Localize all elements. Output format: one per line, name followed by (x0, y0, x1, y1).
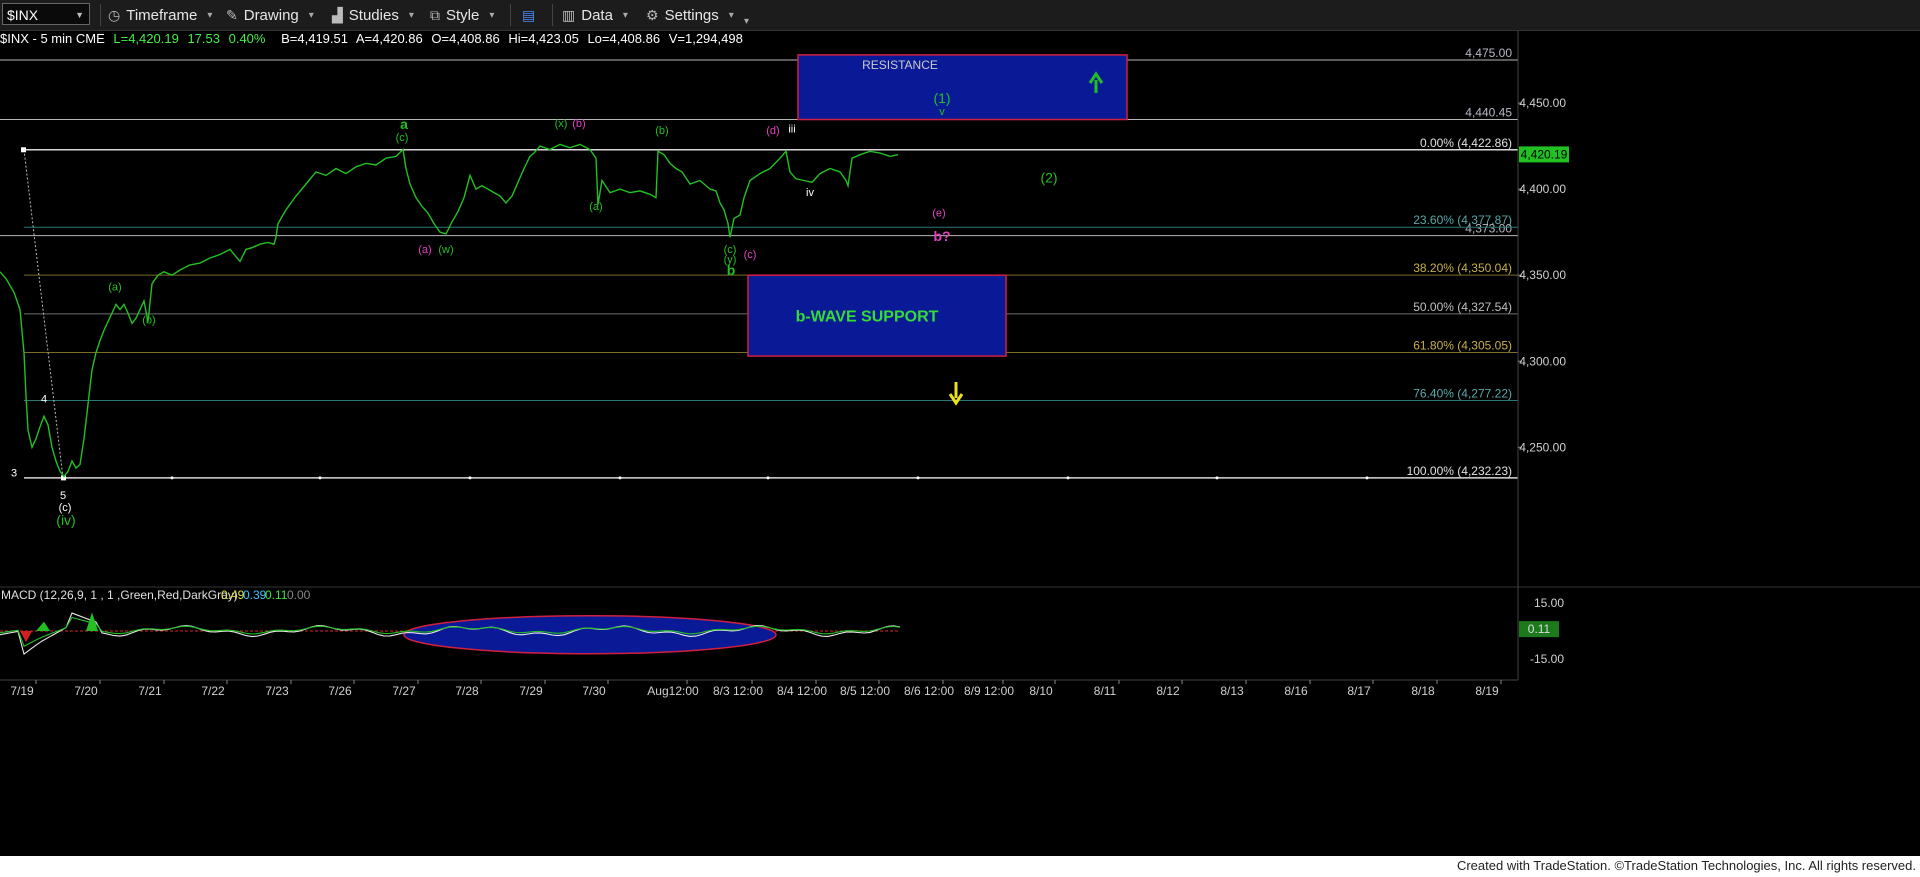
time-label-0: 7/19 (10, 684, 34, 698)
fib-marker-5 (916, 476, 920, 480)
wave-label-16: iii (788, 123, 795, 135)
wave-label-12: (b) (572, 118, 585, 130)
macd-tick-1: -15.00 (1530, 652, 1564, 666)
fib-label-1: 23.60% (4,377.87) (1413, 213, 1512, 227)
wave-label-1: 3 (11, 468, 17, 480)
fib-label-3: 50.00% (4,327.54) (1413, 300, 1512, 314)
wave-label-9: (a) (418, 244, 431, 256)
time-label-18: 8/12 (1156, 684, 1180, 698)
wave-label-0: 4 (41, 394, 47, 406)
macd-value-2: 0.11 (265, 588, 288, 602)
time-label-6: 7/27 (392, 684, 416, 698)
macd-value-3: 0.00 (287, 588, 311, 602)
fib-label-0: 0.00% (4,422.86) (1420, 136, 1512, 150)
last-price-label: 4,420.19 (1521, 147, 1568, 161)
time-label-4: 7/23 (265, 684, 289, 698)
fib-marker-7 (1215, 476, 1219, 480)
time-label-20: 8/16 (1284, 684, 1308, 698)
fib-anchor-top (21, 147, 26, 153)
price-chart[interactable]: 4,475.004,440.454,373.000.00% (4,422.86)… (0, 0, 1920, 856)
fib-marker-0 (170, 476, 174, 480)
time-label-21: 8/17 (1347, 684, 1371, 698)
time-label-15: 8/9 12:00 (964, 684, 1014, 698)
hline-label-0: 4,475.00 (1465, 46, 1512, 60)
wave-label-21: b (727, 262, 736, 278)
time-label-16: 8/10 (1029, 684, 1053, 698)
wave-label-5: (a) (108, 282, 121, 294)
horizontal-lines: 4,475.004,440.454,373.000.00% (4,422.86)… (0, 46, 1518, 481)
fib-label-2: 38.20% (4,350.04) (1413, 261, 1512, 275)
box-label-0: RESISTANCE (862, 58, 938, 72)
macd-highlight-ellipse (403, 614, 777, 655)
macd-value-0: 0.49 (221, 588, 245, 602)
wave-label-15: (d) (766, 125, 779, 137)
time-label-1: 7/20 (74, 684, 98, 698)
time-label-14: 8/6 12:00 (904, 684, 954, 698)
time-label-3: 7/22 (201, 684, 225, 698)
wave-label-25: (e) (932, 208, 945, 220)
time-label-23: 8/19 (1475, 684, 1499, 698)
time-label-17: 8/11 (1094, 684, 1117, 698)
macd-hist-up-2 (36, 621, 50, 631)
time-axis: 7/19 7/20 7/21 7/22 7/23 7/26 7/27 7/28 7/29 7/30… (0, 679, 1518, 698)
macd-title: MACD (12,26,9, 1 , 1 ,Green,Red,DarkGray… (1, 588, 238, 602)
wave-label-17: iv (806, 187, 814, 199)
wave-label-4: (iv) (56, 512, 75, 528)
fib-marker-8 (1365, 476, 1369, 480)
fib-marker-6 (1066, 476, 1070, 480)
time-label-7: 7/28 (455, 684, 479, 698)
time-label-8: 7/29 (519, 684, 543, 698)
wave-label-22: (1) (933, 90, 950, 106)
wave-label-14: (b) (655, 125, 668, 137)
time-label-9: 7/30 (582, 684, 606, 698)
time-label-2: 7/21 (138, 684, 162, 698)
box-0 (797, 54, 1128, 121)
time-label-11: 8/3 12:00 (713, 684, 763, 698)
wave-label-11: (x) (555, 118, 568, 130)
macd-panel: MACD (12,26,9, 1 , 1 ,Green,Red,DarkGray… (0, 588, 1564, 666)
macd-value-1: 0.39 (243, 588, 267, 602)
down-arrow-icon (948, 382, 964, 406)
macd-current-label: 0.11 (1528, 622, 1551, 636)
price-tick-label-4: 4,250.00 (1519, 440, 1566, 454)
time-label-13: 8/5 12:00 (840, 684, 890, 698)
fib-label-4: 61.80% (4,305.05) (1413, 339, 1512, 353)
time-label-22: 8/18 (1411, 684, 1435, 698)
wave-label-6: (b) (142, 314, 155, 326)
wave-label-7: a (400, 116, 408, 132)
macd-tick-0: 15.00 (1534, 596, 1564, 610)
wave-label-20: (c) (744, 249, 757, 261)
time-label-12: 8/4 12:00 (777, 684, 827, 698)
wave-label-10: (w) (438, 244, 453, 256)
wave-label-23: v (939, 106, 945, 118)
wave-label-8: (c) (396, 132, 409, 144)
time-label-10: Aug12:00 (647, 684, 699, 698)
fib-marker-1 (318, 476, 322, 480)
time-label-5: 7/26 (328, 684, 352, 698)
hline-label-1: 4,440.45 (1465, 106, 1512, 120)
fib-label-5: 76.40% (4,277.22) (1413, 386, 1512, 400)
price-tick-label-2: 4,350.00 (1519, 268, 1566, 282)
price-tick-label-3: 4,300.00 (1519, 354, 1566, 368)
price-tick-label-1: 4,400.00 (1519, 182, 1566, 196)
wave-label-26: b? (933, 228, 950, 244)
fib-marker-3 (618, 476, 622, 480)
fib-label-6: 100.00% (4,232.23) (1407, 464, 1512, 478)
time-label-19: 8/13 (1220, 684, 1244, 698)
wave-label-2: 5 (60, 490, 66, 502)
box-label-1: b-WAVE SUPPORT (796, 309, 939, 326)
fib-marker-2 (468, 476, 472, 480)
footer-credit: Created with TradeStation. ©TradeStation… (1456, 858, 1916, 873)
wave-label-24: (2) (1040, 169, 1057, 185)
fib-marker-4 (766, 476, 770, 480)
price-tick-label-0: 4,450.00 (1519, 96, 1566, 110)
wave-label-13: (a) (589, 201, 602, 213)
